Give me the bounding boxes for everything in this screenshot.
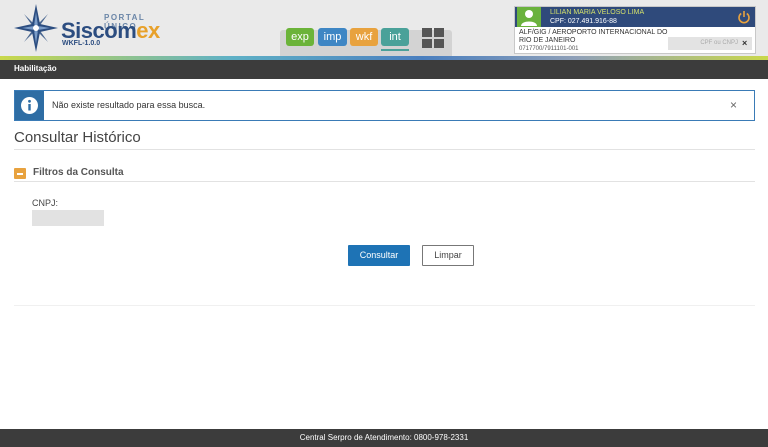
collapse-icon[interactable]	[14, 168, 26, 179]
siscomex-logo[interactable]: PORTAL ÚNICO Siscomex WKFL-1.0.0	[14, 4, 174, 54]
footer-text: Central Serpro de Atendimento: 0800-978-…	[299, 433, 469, 442]
divider	[14, 181, 755, 182]
brand-accent: ex	[136, 18, 160, 43]
compass-star-icon	[14, 4, 58, 52]
cpf-cnpj-input[interactable]: CPF ou CNPJ	[668, 37, 752, 50]
close-icon[interactable]: ×	[730, 98, 737, 112]
alert-icon-box	[15, 91, 44, 120]
module-imp-button[interactable]: imp	[318, 28, 347, 46]
filters-title: Filtros da Consulta	[33, 167, 124, 178]
alert-message: Não existe resultado para essa busca.	[52, 100, 206, 110]
apps-grid-icon[interactable]	[422, 28, 444, 48]
close-icon[interactable]: ×	[742, 37, 747, 50]
consultar-button[interactable]: Consultar	[348, 245, 410, 266]
divider	[14, 149, 755, 150]
cnpj-label: CNPJ:	[32, 198, 59, 208]
module-wkf-button[interactable]: wkf	[350, 28, 378, 46]
info-alert: Não existe resultado para essa busca. ×	[14, 90, 755, 121]
user-organization: ALF/GIG / AEROPORTO INTERNACIONAL DO RIO…	[519, 29, 668, 44]
page-title: Consultar Histórico	[14, 129, 141, 146]
user-icon	[517, 7, 541, 27]
module-exp-button[interactable]: exp	[286, 28, 314, 46]
footer: Central Serpro de Atendimento: 0800-978-…	[0, 429, 768, 447]
nav-item-habilitacao[interactable]: Habilitação	[14, 64, 57, 73]
power-icon[interactable]	[737, 10, 751, 24]
user-cpf: CPF: 027.491.916-88	[550, 18, 617, 25]
active-module-indicator	[381, 49, 409, 51]
divider	[14, 305, 755, 306]
user-panel: LILIAN MARIA VELOSO LIMA CPF: 027.491.91…	[514, 6, 756, 54]
user-panel-header: LILIAN MARIA VELOSO LIMA CPF: 027.491.91…	[515, 7, 755, 27]
app-version: WKFL-1.0.0	[62, 40, 101, 47]
header: PORTAL ÚNICO Siscomex WKFL-1.0.0 exp imp…	[0, 0, 768, 56]
limpar-button[interactable]: Limpar	[422, 245, 474, 266]
navbar: Habilitação	[0, 60, 768, 79]
user-code: 0717700/7911101-001	[519, 46, 579, 52]
user-name: LILIAN MARIA VELOSO LIMA	[550, 9, 645, 16]
info-icon	[21, 97, 38, 114]
cnpj-input[interactable]	[32, 210, 104, 226]
module-int-button[interactable]: int	[381, 28, 409, 46]
